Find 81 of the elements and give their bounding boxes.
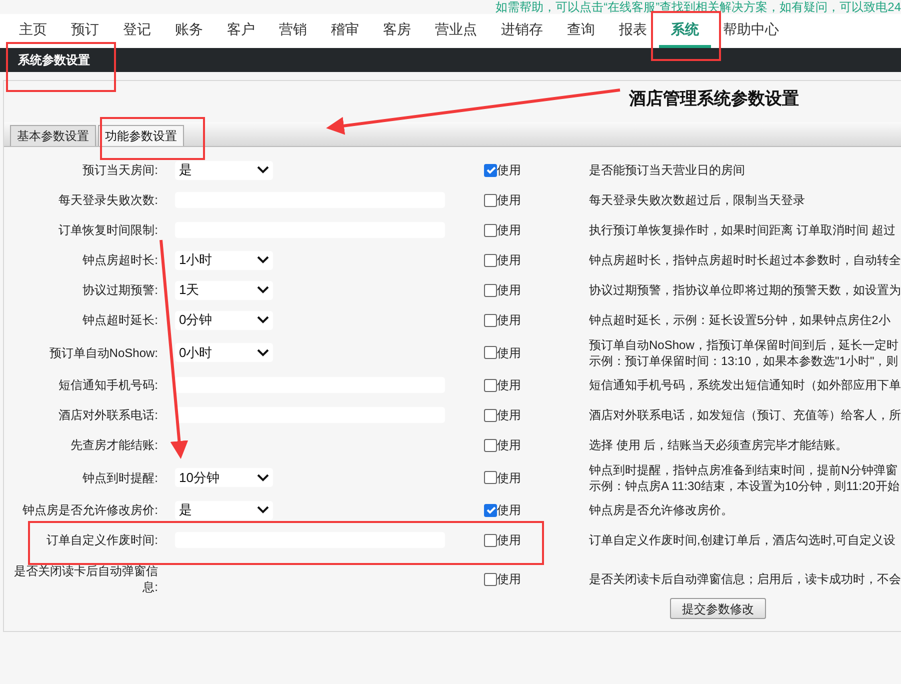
nav-tab[interactable]: 报表 bbox=[607, 14, 659, 48]
description-text: 钟点超时延长，示例：延长设置5分钟，如果钟点房住2小 bbox=[589, 312, 892, 328]
description-text: 钟点到时提醒，指钟点房准备到结束时间，提前N分钟弹窗 bbox=[589, 462, 899, 478]
field-label: 钟点超时延长: bbox=[82, 312, 158, 328]
highlight-box bbox=[651, 11, 721, 61]
use-checkbox[interactable]: 使用 bbox=[484, 501, 589, 519]
dropdown-select[interactable]: 是 bbox=[175, 160, 273, 180]
dropdown-select[interactable]: 1小时 bbox=[175, 250, 273, 270]
nav-tab[interactable]: 客户 bbox=[215, 14, 267, 48]
chevron-down-icon bbox=[257, 506, 269, 514]
section-title: 系统参数设置 bbox=[18, 52, 90, 69]
dropdown-select[interactable]: 1天 bbox=[175, 280, 273, 300]
description-text: 短信通知手机号码，系统发出短信通知时（如外部应用下单 bbox=[589, 377, 901, 393]
field-label: 订单自定义作废时间: bbox=[46, 532, 158, 548]
use-checkbox[interactable]: 使用 bbox=[484, 251, 589, 269]
dropdown-select[interactable]: 10分钟 bbox=[175, 468, 273, 487]
chevron-down-icon bbox=[257, 474, 269, 482]
nav-tab[interactable]: 查询 bbox=[555, 14, 607, 48]
dropdown-select[interactable]: 0小时 bbox=[175, 343, 273, 362]
description-text: 选择 使用 后，结账当天必须查房完毕才能结账。 bbox=[589, 437, 849, 453]
field-label: 每天登录失败次数: bbox=[58, 192, 158, 208]
field-label: 短信通知手机号码: bbox=[58, 377, 158, 393]
nav-tab[interactable]: 进销存 bbox=[489, 14, 555, 48]
description-text: 示例：钟点房A 11:30结束，本设置为10分钟，则11:20开始 bbox=[589, 478, 900, 494]
checkmark-icon bbox=[486, 505, 496, 515]
input-field[interactable] bbox=[175, 377, 445, 393]
nav-tab[interactable]: 稽审 bbox=[319, 14, 371, 48]
nav-tab[interactable]: 帮助中心 bbox=[711, 14, 791, 48]
use-checkbox[interactable]: 使用 bbox=[484, 436, 589, 454]
description-text: 钟点房超时长，指钟点房超时时长超过本参数时，自动转全 bbox=[589, 252, 901, 268]
nav-tab[interactable]: 登记 bbox=[111, 14, 163, 48]
use-checkbox[interactable]: 使用 bbox=[484, 570, 589, 588]
dropdown-select[interactable]: 0分钟 bbox=[175, 310, 273, 330]
field-label: 酒店对外联系电话: bbox=[58, 407, 158, 423]
description-text: 订单自定义作废时间,创建订单后，酒店勾选时,可自定义设 bbox=[589, 532, 897, 548]
field-label: 预订当天房间: bbox=[82, 162, 158, 178]
field-label: 协议过期预警: bbox=[82, 282, 158, 298]
description-text: 钟点房是否允许修改房价。 bbox=[589, 502, 734, 518]
use-checkbox[interactable]: 使用 bbox=[484, 531, 589, 549]
chevron-down-icon bbox=[257, 286, 269, 294]
use-checkbox[interactable]: 使用 bbox=[484, 221, 589, 239]
nav-tab[interactable]: 客房 bbox=[371, 14, 423, 48]
settings-tab[interactable]: 功能参数设置 bbox=[98, 125, 184, 146]
field-label: 订单恢复时间限制: bbox=[58, 222, 158, 238]
description-text: 执行预订单恢复操作时，如果时间距离 订单取消时间 超过 bbox=[589, 222, 897, 238]
chevron-down-icon bbox=[257, 256, 269, 264]
description-text: 酒店对外联系电话，如发短信（预订、充值等）给客人，所 bbox=[589, 407, 901, 423]
field-label: 钟点房是否允许修改房价: bbox=[22, 502, 158, 518]
use-checkbox[interactable]: 使用 bbox=[484, 191, 589, 209]
submit-button[interactable]: 提交参数修改 bbox=[670, 598, 766, 619]
checkmark-icon bbox=[486, 165, 496, 175]
description-text: 示例：预订单保留时间：13:10，如果本参数选"1小时"，则 bbox=[589, 352, 900, 368]
description-text: 协议过期预警，指协议单位即将过期的预警天数，如设置为 bbox=[589, 282, 901, 298]
input-field[interactable] bbox=[175, 407, 445, 423]
dropdown-select[interactable]: 是 bbox=[175, 500, 273, 520]
description-text: 是否关闭读卡后自动弹窗信息；启用后，读卡成功时，不会 bbox=[589, 571, 901, 587]
description-text: 每天登录失败次数超过后，限制当天登录 bbox=[589, 192, 806, 208]
nav-tab[interactable]: 账务 bbox=[163, 14, 215, 48]
description-text: 是否能预订当天营业日的房间 bbox=[589, 162, 746, 178]
chevron-down-icon bbox=[257, 316, 269, 324]
field-label: 是否关闭读卡后自动弹窗信息: bbox=[13, 563, 158, 595]
use-checkbox[interactable]: 使用 bbox=[484, 406, 589, 424]
chevron-down-icon bbox=[257, 348, 269, 356]
description-text: 预订单自动NoShow，指预订单保留时间到后，延长一定时 bbox=[589, 336, 900, 352]
page-title: 酒店管理系统参数设置 bbox=[629, 88, 799, 110]
field-label: 钟点到时提醒: bbox=[82, 470, 158, 486]
nav-tab[interactable]: 主页 bbox=[7, 14, 59, 48]
chevron-down-icon bbox=[257, 166, 269, 174]
use-checkbox[interactable]: 使用 bbox=[484, 344, 589, 362]
use-checkbox[interactable]: 使用 bbox=[484, 311, 589, 329]
use-checkbox[interactable]: 使用 bbox=[484, 281, 589, 299]
settings-tab[interactable]: 基本参数设置 bbox=[10, 125, 96, 146]
field-label: 钟点房超时长: bbox=[82, 252, 158, 268]
use-checkbox[interactable]: 使用 bbox=[484, 376, 589, 394]
nav-tab[interactable]: 营销 bbox=[267, 14, 319, 48]
use-checkbox[interactable]: 使用 bbox=[484, 468, 589, 486]
use-checkbox[interactable]: 使用 bbox=[484, 161, 589, 179]
field-label: 先查房才能结账: bbox=[70, 437, 158, 453]
nav-tab[interactable]: 营业点 bbox=[423, 14, 489, 48]
field-label: 预订单自动NoShow: bbox=[49, 344, 158, 360]
nav-tab[interactable]: 预订 bbox=[59, 14, 111, 48]
